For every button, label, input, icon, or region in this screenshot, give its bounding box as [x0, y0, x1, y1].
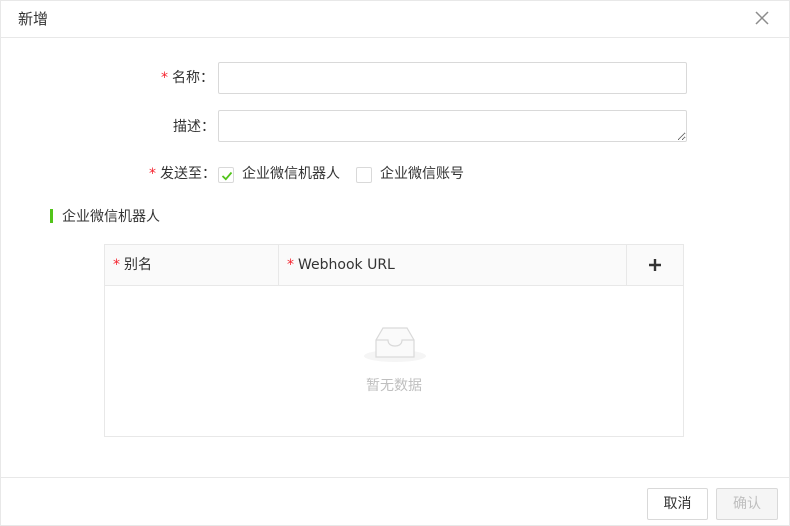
close-icon[interactable]	[753, 9, 771, 27]
name-label: * 名称：	[161, 68, 214, 88]
description-textarea[interactable]	[218, 110, 687, 142]
description-label-text: 描述：	[173, 119, 215, 135]
check-icon	[221, 171, 233, 181]
column-alias: * 别名	[113, 245, 152, 285]
inbox-icon	[363, 324, 427, 370]
section-title: 企业微信机器人	[62, 209, 160, 225]
empty-state: 暂无数据	[105, 286, 683, 436]
dialog-title: 新增	[18, 10, 49, 28]
required-mark: *	[161, 70, 168, 86]
account-checkbox[interactable]	[356, 167, 372, 183]
empty-text: 暂无数据	[366, 378, 422, 394]
name-label-text: 名称：	[172, 70, 214, 86]
cancel-button[interactable]: 取消	[647, 488, 708, 520]
robot-table: * 别名 * Webhook URL 暂无数据	[104, 244, 684, 437]
send-to-label-text: 发送至：	[160, 166, 216, 182]
confirm-button[interactable]: 确认	[716, 488, 778, 520]
name-input[interactable]	[218, 62, 687, 94]
section-accent-bar	[50, 209, 53, 223]
column-alias-label: 别名	[124, 257, 152, 273]
add-row-button[interactable]	[627, 245, 683, 285]
send-to-label: * 发送至：	[149, 164, 216, 184]
required-mark: *	[287, 257, 294, 273]
footer-divider	[1, 477, 789, 478]
required-mark: *	[113, 257, 120, 273]
column-divider	[278, 245, 279, 285]
robot-checkbox-label[interactable]: 企业微信机器人	[242, 164, 340, 184]
column-webhook-url-label: Webhook URL	[298, 257, 395, 273]
table-header: * 别名 * Webhook URL	[105, 245, 683, 286]
dialog-header: 新增	[1, 1, 789, 38]
add-dialog: 新增 * 名称： 描述： * 发送至： 企业微信机器人 企业微信账号 企业微信机器人…	[0, 0, 790, 526]
robot-checkbox[interactable]	[218, 167, 234, 183]
required-mark: *	[149, 166, 156, 182]
plus-icon	[649, 259, 661, 271]
column-webhook-url: * Webhook URL	[287, 245, 395, 285]
account-checkbox-label[interactable]: 企业微信账号	[380, 164, 464, 184]
description-label: 描述：	[173, 117, 215, 137]
